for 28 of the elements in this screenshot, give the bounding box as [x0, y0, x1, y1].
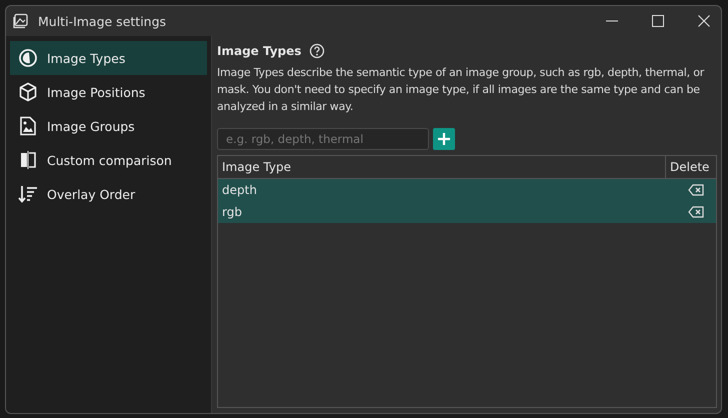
- image-file-icon: [18, 116, 38, 136]
- sort-icon: [18, 184, 38, 204]
- type-name: rgb: [222, 205, 242, 219]
- table-row[interactable]: rgb: [218, 201, 716, 223]
- add-button[interactable]: [433, 128, 455, 150]
- sidebar-item[interactable]: Image Groups: [10, 109, 207, 143]
- description-text: Image Types describe the semantic type of an image group, such as rgb, depth, thermal, or mask. You don't need to specify an image type, if all images are the same type and can be analyzed in a similar way.: [217, 65, 706, 115]
- table-row[interactable]: depth: [218, 179, 716, 201]
- compare-icon: [18, 150, 38, 170]
- sidebar-item[interactable]: Custom comparison: [10, 143, 207, 177]
- close-icon[interactable]: [697, 14, 711, 28]
- type-input-field[interactable]: e.g. rgb, depth, thermal: [217, 128, 429, 150]
- maximize-icon[interactable]: [651, 14, 665, 28]
- section-title: Image Types: [217, 44, 302, 58]
- column-header[interactable]: Delete: [666, 156, 716, 178]
- help-icon[interactable]: [309, 43, 326, 59]
- images-icon: [13, 13, 29, 29]
- backspace-icon[interactable]: [688, 184, 704, 196]
- window-title: Multi-Image settings: [38, 14, 166, 28]
- column-header[interactable]: Image Type: [218, 156, 666, 178]
- circle-icon: [18, 48, 38, 68]
- sidebar-item[interactable]: Image Positions: [10, 75, 207, 109]
- backspace-icon[interactable]: [688, 206, 704, 218]
- cube-icon: [18, 82, 38, 102]
- sidebar-item[interactable]: Image Types: [10, 41, 207, 75]
- type-name: depth: [222, 183, 257, 197]
- plus-icon: [437, 132, 451, 146]
- sidebar-item[interactable]: Overlay Order: [10, 177, 207, 211]
